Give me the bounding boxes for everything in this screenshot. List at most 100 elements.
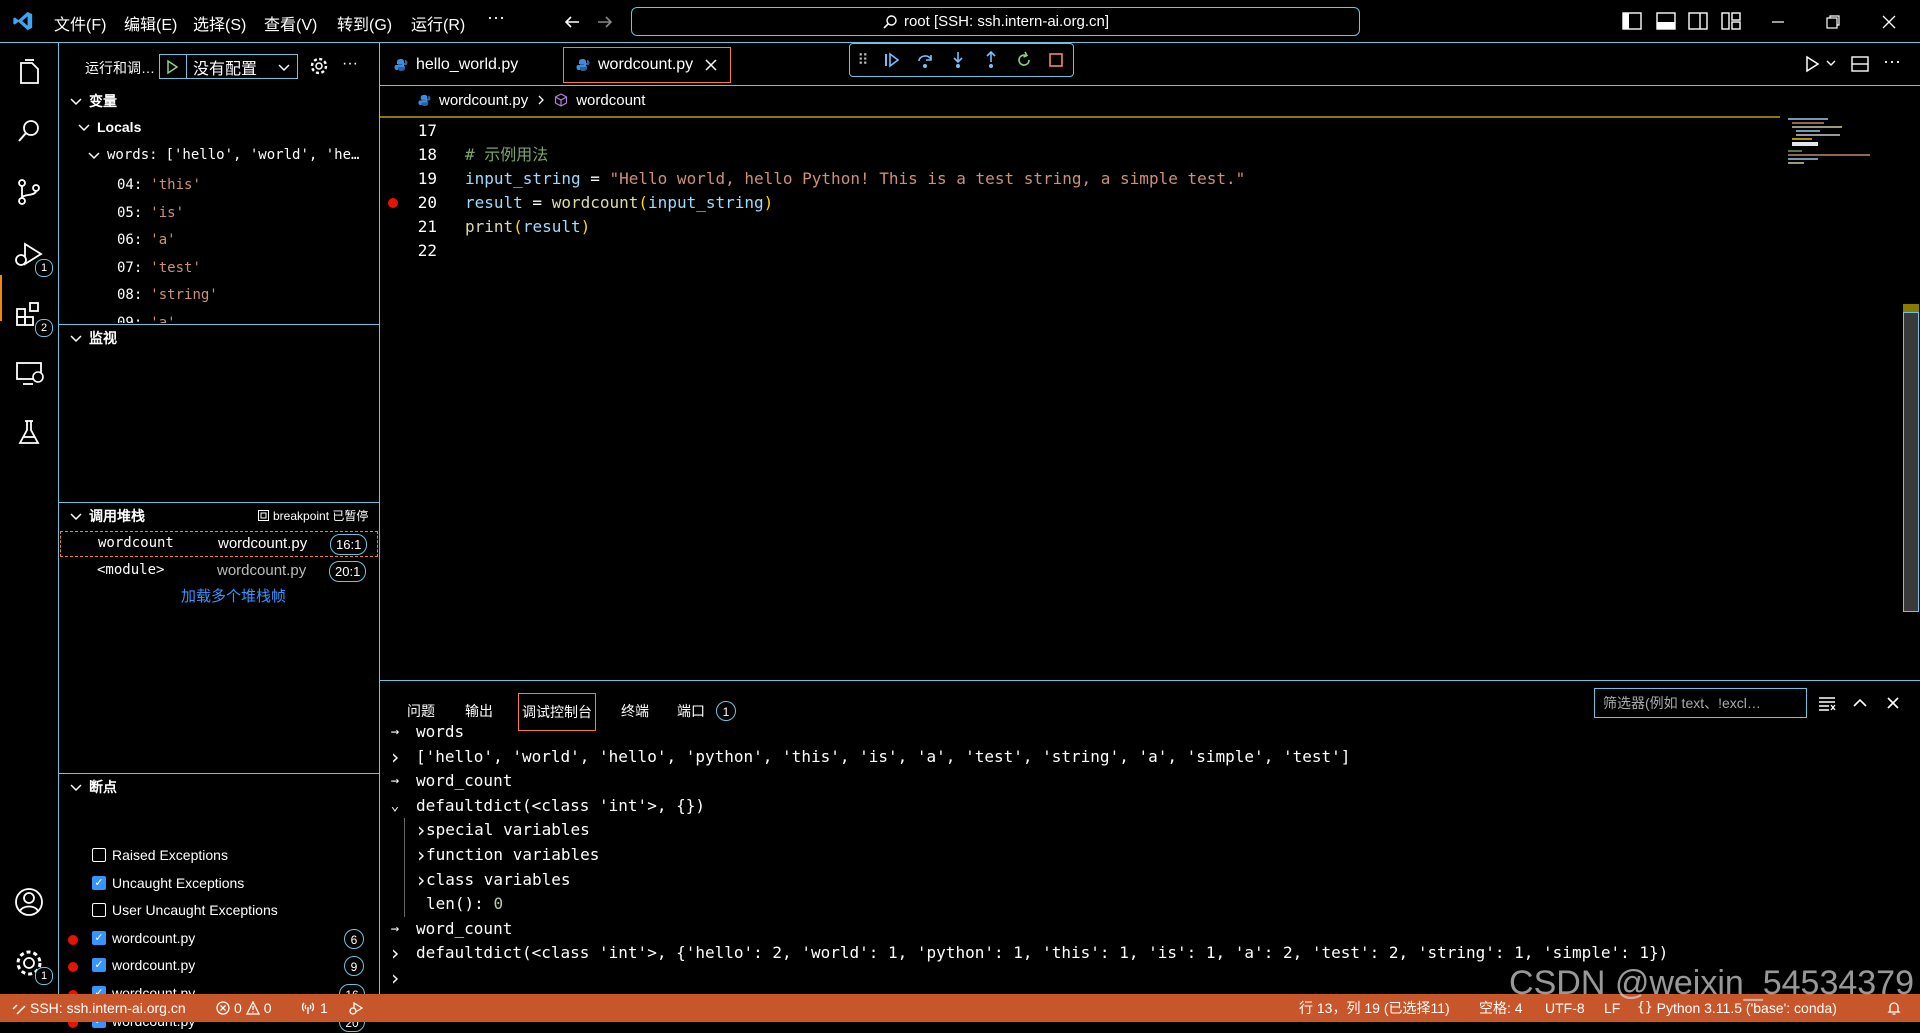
locals-scope[interactable]: Locals [77,119,141,135]
exception-breakpoint[interactable]: User Uncaught Exceptions [92,902,278,918]
debug-status-icon[interactable] [348,994,364,1022]
variable-item[interactable]: 09: 'a' [117,315,176,323]
customize-layout-icon[interactable] [1720,10,1744,34]
drag-grip-icon[interactable]: ⠿ [857,51,868,69]
close-tab-icon[interactable] [704,58,718,72]
console-filter-input[interactable]: 筛选器(例如 text、!excl… [1594,688,1807,718]
stop-icon[interactable] [1047,51,1065,69]
source-control-icon[interactable] [11,174,47,210]
command-center-search[interactable]: root [SSH: ssh.intern-ai.org.cn] [631,7,1360,36]
back-arrow-icon[interactable] [560,10,584,34]
remote-indicator[interactable]: SSH: ssh.intern-ai.org.cn [12,994,186,1022]
problems-indicator[interactable]: 0 0 [216,994,272,1022]
editor-scrollbar[interactable] [1903,312,1919,612]
remote-explorer-icon[interactable] [11,355,47,391]
variable-item[interactable]: 05: 'is' [117,205,184,221]
chevron-right-icon[interactable]: › [388,745,402,770]
more-actions-icon[interactable]: ··· [342,55,358,73]
toggle-secondary-sidebar-icon[interactable] [1687,10,1711,34]
ports-indicator[interactable]: 1 [300,994,328,1022]
menu-selection[interactable]: 选择(S) [193,11,246,35]
load-more-frames-link[interactable]: 加载多个堆栈帧 [181,585,286,606]
open-launch-json-gear-icon[interactable] [309,56,329,76]
code-line[interactable]: 18 # 示例用法 [380,143,1780,167]
code-line[interactable]: 22 [380,239,1780,263]
console-line[interactable]: › ['hello', 'world', 'hello', 'python', '… [380,745,1920,770]
clear-console-icon[interactable] [1817,693,1837,713]
close-panel-icon[interactable] [1883,693,1903,713]
console-line[interactable]: › class variables [380,867,1920,893]
menu-go[interactable]: 转到(G) [337,11,392,35]
checkbox[interactable]: ✓ [92,931,106,945]
console-line[interactable]: › defaultdict(<class 'int'>, {'hello': 2,… [380,941,1920,966]
run-and-debug-icon[interactable]: 1 [11,237,53,277]
callstack-section-header[interactable]: 调用堆栈 [69,506,145,526]
checkbox[interactable]: ✓ [92,958,106,972]
exception-breakpoint[interactable]: ✓ Uncaught Exceptions [92,875,244,891]
code-line[interactable]: 21 print(result) [380,215,1780,239]
tab-hello-world[interactable]: hello_world.py [382,47,557,83]
breadcrumb-symbol[interactable]: wordcount [576,92,645,109]
stack-frame[interactable]: wordcount wordcount.py 16:1 [60,531,378,557]
run-options-chevron-icon[interactable] [1825,57,1837,69]
breakpoints-section-header[interactable]: 断点 [69,777,117,797]
toggle-primary-sidebar-icon[interactable] [1621,10,1645,34]
testing-icon[interactable] [11,415,47,451]
step-over-icon[interactable] [916,51,934,69]
code-line[interactable]: 20 result = wordcount(input_string) [380,191,1780,215]
checkbox[interactable] [92,903,106,917]
restore-icon[interactable] [1821,10,1845,34]
run-python-file-icon[interactable] [1803,55,1821,73]
code-line[interactable]: 17 [380,119,1780,143]
maximize-panel-icon[interactable] [1850,693,1870,713]
variable-item[interactable]: 04: 'this' [117,177,201,193]
checkbox[interactable] [92,848,106,862]
minimize-icon[interactable] [1766,10,1790,34]
step-out-icon[interactable] [982,51,1000,69]
split-editor-icon[interactable] [1850,54,1870,74]
variable-item[interactable]: 08: 'string' [117,287,218,303]
variable-words[interactable]: words: ['hello', 'world', 'he… [87,147,377,163]
menu-more[interactable]: ··· [487,7,505,28]
stack-frame[interactable]: <module> wordcount.py 20:1 [60,558,378,584]
variables-section-header[interactable]: 变量 [69,91,117,111]
menu-edit[interactable]: 编辑(E) [124,11,177,35]
restart-icon[interactable] [1015,51,1033,69]
code-line[interactable]: 19 input_string = "Hello world, hello Pyt… [380,167,1780,191]
console-line[interactable]: › special variables [380,818,1920,843]
chevron-right-icon[interactable]: › [388,941,402,966]
item-value: 'is' [150,205,185,221]
watch-section-header[interactable]: 监视 [69,328,117,348]
console-line[interactable]: ⌄ defaultdict(<class 'int'>, {}) [380,794,1920,819]
file-breakpoint[interactable]: ✓ wordcount.py [92,930,195,946]
code-token: = [522,193,552,212]
checkbox[interactable]: ✓ [92,876,106,890]
search-view-icon[interactable] [11,114,47,150]
menu-run[interactable]: 运行(R) [411,11,465,35]
editor-more-actions-icon[interactable]: ··· [1883,51,1901,72]
launch-config-dropdown[interactable]: 没有配置 [159,54,298,79]
console-line[interactable]: › function variables [380,842,1920,868]
variable-item[interactable]: 06: 'a' [117,232,176,248]
exception-breakpoint[interactable]: Raised Exceptions [92,847,228,863]
breadcrumb-file[interactable]: wordcount.py [439,92,528,109]
menu-view[interactable]: 查看(V) [264,11,317,35]
start-debugging-icon[interactable] [164,59,180,75]
minimap[interactable] [1788,116,1878,164]
code-editor[interactable]: 17 18 # 示例用法 19 input_string = "Hello world,… [380,119,1780,263]
extensions-icon[interactable]: 2 [11,297,53,337]
tab-wordcount[interactable]: wordcount.py [563,47,731,83]
accounts-icon[interactable] [11,884,47,920]
cursor-position[interactable]: 行 13，列 19 (已选择11) [1299,994,1450,1022]
step-into-icon[interactable] [949,51,967,69]
explorer-icon[interactable] [11,55,47,91]
manage-gear-icon[interactable]: 1 [11,945,53,985]
toggle-panel-icon[interactable] [1655,10,1679,34]
close-window-icon[interactable] [1877,10,1901,34]
chevron-down-icon[interactable]: ⌄ [388,794,402,819]
menu-file[interactable]: 文件(F) [54,11,106,35]
variable-item[interactable]: 07: 'test' [117,260,201,276]
forward-arrow-icon[interactable] [593,10,617,34]
file-breakpoint[interactable]: ✓ wordcount.py [92,957,195,973]
continue-icon[interactable] [883,51,901,69]
